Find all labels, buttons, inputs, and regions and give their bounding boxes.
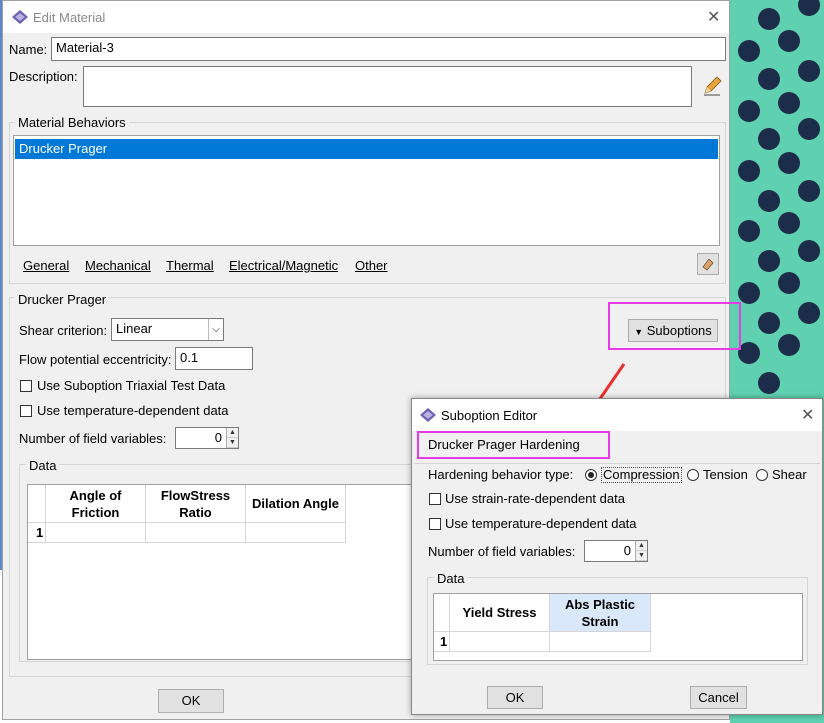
data-group-title: Data: [26, 458, 60, 473]
tension-label[interactable]: Tension: [703, 467, 748, 482]
radio-compression[interactable]: [585, 469, 597, 481]
abaqus-app-icon: [12, 10, 28, 24]
sub-data-group-title: Data: [434, 571, 468, 586]
eraser-icon: [702, 258, 714, 271]
data-table[interactable]: Angle of Friction FlowStress Ratio Dilat…: [27, 484, 419, 660]
field-variables-input[interactable]: 0 ▲ ▼: [175, 427, 239, 449]
menu-mechanical[interactable]: Mechanical: [85, 258, 151, 273]
spin-up-icon[interactable]: ▲: [227, 428, 238, 438]
cell-abs-plastic-strain[interactable]: [550, 632, 651, 652]
header-yield-stress[interactable]: Yield Stress: [450, 594, 550, 632]
menu-thermal[interactable]: Thermal: [166, 258, 214, 273]
header-abs-plastic-strain[interactable]: Abs Plastic Strain: [550, 594, 651, 632]
heading-divider: [414, 463, 820, 464]
cell-angle-of-friction[interactable]: [46, 523, 146, 543]
sub-cancel-button[interactable]: Cancel: [690, 686, 747, 709]
name-input[interactable]: Material-3: [51, 37, 726, 61]
radio-shear[interactable]: [756, 469, 768, 481]
field-variables-label: Number of field variables:: [19, 431, 167, 446]
spin-down-icon[interactable]: ▼: [227, 438, 238, 448]
shear-criterion-label: Shear criterion:: [19, 323, 108, 338]
spin-up-icon[interactable]: ▲: [636, 541, 647, 551]
table-corner: [434, 594, 450, 632]
flow-potential-input[interactable]: 0.1: [175, 347, 253, 370]
triaxial-checkbox[interactable]: [20, 380, 32, 392]
suboption-editor-dialog: Suboption Editor ✕ Drucker Prager Harden…: [411, 398, 823, 715]
temperature-label: Use temperature-dependent data: [37, 403, 229, 418]
suboption-titlebar[interactable]: Suboption Editor ✕: [412, 399, 822, 431]
cell-flowstress-ratio[interactable]: [146, 523, 246, 543]
close-icon[interactable]: ✕: [801, 405, 814, 425]
shear-criterion-value: Linear: [116, 321, 153, 336]
sub-temperature-checkbox[interactable]: [429, 518, 441, 530]
field-variables-value: 0: [214, 430, 222, 445]
compression-label[interactable]: Compression: [601, 467, 682, 483]
name-label: Name:: [9, 42, 48, 57]
chevron-down-icon: ⌵: [208, 319, 223, 340]
triaxial-label: Use Suboption Triaxial Test Data: [37, 378, 226, 393]
row-number: 1: [434, 632, 450, 652]
sub-field-variables-label: Number of field variables:: [428, 544, 576, 559]
ok-button[interactable]: OK: [158, 689, 224, 713]
table-corner: [28, 485, 46, 523]
suboptions-highlight: [608, 302, 741, 350]
hardening-type-label: Hardening behavior type:: [428, 467, 574, 482]
edit-material-title: Edit Material: [33, 10, 106, 25]
sub-field-variables-value: 0: [623, 543, 631, 558]
drucker-prager-title: Drucker Prager: [15, 292, 110, 307]
radio-tension[interactable]: [687, 469, 699, 481]
cell-yield-stress[interactable]: [450, 632, 550, 652]
behaviors-list[interactable]: Drucker Prager: [13, 135, 720, 246]
header-angle-of-friction[interactable]: Angle of Friction: [46, 485, 146, 523]
edit-behavior-button[interactable]: [697, 253, 719, 275]
description-label: Description:: [9, 69, 78, 84]
sub-field-variables-spinner[interactable]: ▲ ▼: [635, 541, 647, 561]
close-icon[interactable]: ✕: [707, 7, 720, 27]
sub-ok-button[interactable]: OK: [487, 686, 543, 709]
shear-criterion-select[interactable]: Linear ⌵: [111, 318, 224, 341]
flow-potential-label: Flow potential eccentricity:: [19, 352, 172, 367]
temperature-checkbox[interactable]: [20, 405, 32, 417]
menu-general[interactable]: General: [23, 258, 69, 273]
shear-label[interactable]: Shear: [772, 467, 807, 482]
behavior-menu-bar: General Mechanical Thermal Electrical/Ma…: [13, 252, 703, 278]
spin-down-icon[interactable]: ▼: [636, 551, 647, 561]
material-behaviors-title: Material Behaviors: [15, 115, 129, 130]
sub-field-variables-input[interactable]: 0 ▲ ▼: [584, 540, 648, 562]
edit-material-titlebar[interactable]: Edit Material ✕: [3, 1, 729, 33]
pencil-icon[interactable]: [701, 75, 723, 97]
behavior-item-drucker-prager[interactable]: Drucker Prager: [15, 139, 718, 159]
strain-rate-checkbox[interactable]: [429, 493, 441, 505]
row-number: 1: [28, 523, 46, 543]
menu-other[interactable]: Other: [355, 258, 388, 273]
cell-dilation-angle[interactable]: [246, 523, 346, 543]
suboption-title: Suboption Editor: [441, 408, 538, 423]
abaqus-app-icon: [420, 408, 436, 422]
sub-data-table[interactable]: Yield Stress Abs Plastic Strain 1: [433, 593, 803, 661]
description-input[interactable]: [83, 66, 692, 107]
header-dilation-angle[interactable]: Dilation Angle: [246, 485, 346, 523]
strain-rate-label: Use strain-rate-dependent data: [445, 491, 625, 506]
hardening-heading: Drucker Prager Hardening: [428, 437, 580, 452]
header-flowstress-ratio[interactable]: FlowStress Ratio: [146, 485, 246, 523]
sub-temperature-label: Use temperature-dependent data: [445, 516, 637, 531]
field-variables-spinner[interactable]: ▲ ▼: [226, 428, 238, 448]
menu-electrical-magnetic[interactable]: Electrical/Magnetic: [229, 258, 338, 273]
